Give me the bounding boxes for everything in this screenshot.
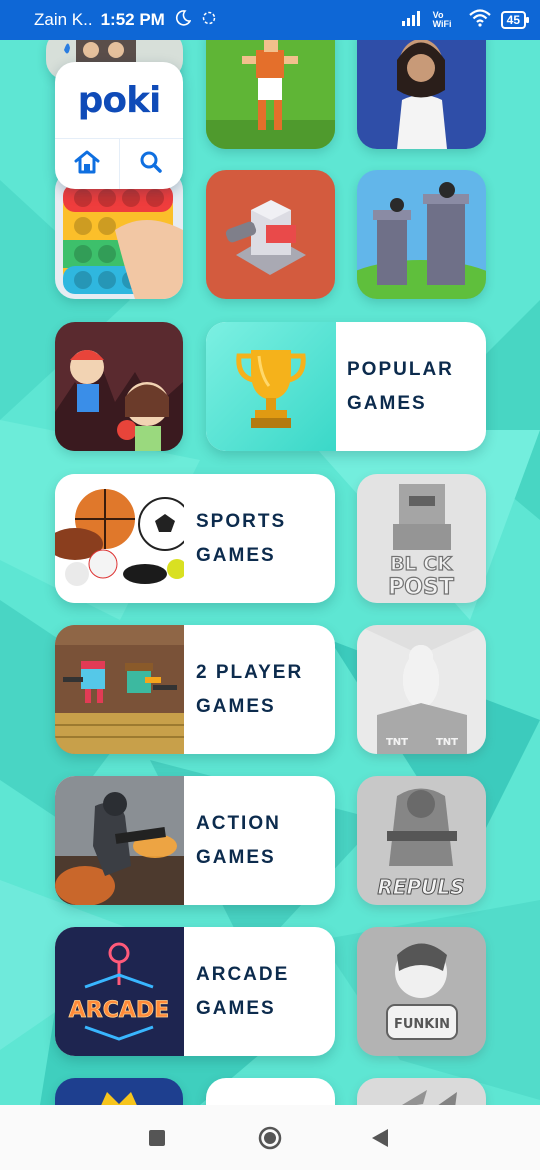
carrier-name: Zain K.. <box>34 10 93 29</box>
category-label-line2: GAMES <box>196 846 276 868</box>
clock: 1:52 PM <box>100 10 165 29</box>
network-type: Vo WiFi <box>432 10 452 29</box>
trophy-icon <box>206 322 336 451</box>
action-soldier-image <box>55 776 184 905</box>
category-label-line2: GAMES <box>347 392 427 414</box>
logo-text: poki <box>77 79 162 121</box>
game-thumbnail-tnt-bird[interactable]: TNT TNT <box>357 625 486 754</box>
category-label-line1: SPORTS <box>196 510 287 532</box>
category-label-line1: POPULAR <box>347 358 454 380</box>
poki-logo[interactable]: poki <box>55 62 183 138</box>
data-saver-icon <box>201 10 217 31</box>
system-navigation-bar <box>0 1105 540 1170</box>
two-player-pixel-image <box>55 625 184 754</box>
game-thumbnail-blockpost[interactable]: BL CK POST <box>357 474 486 603</box>
category-action-games[interactable]: ACTION GAMES <box>55 776 335 905</box>
game-thumbnail-boxing-kids[interactable] <box>55 322 183 451</box>
tnt-label-left: TNT <box>386 737 408 748</box>
category-label-line1: ARCADE <box>196 963 290 985</box>
blockpost-title-line1: BL CK <box>390 553 453 575</box>
search-icon <box>139 150 163 179</box>
recents-square-icon[interactable] <box>149 1130 165 1151</box>
tnt-label-right: TNT <box>436 737 458 748</box>
category-arcade-games[interactable]: ARCADE ARCADE GAMES <box>55 927 335 1056</box>
sports-balls-image <box>55 474 184 603</box>
category-label-line1: ACTION <box>196 812 281 834</box>
category-label-line2: GAMES <box>196 544 276 566</box>
category-label-line2: GAMES <box>196 997 276 1019</box>
fnf-title: FUNKIN <box>394 1017 450 1032</box>
home-icon <box>73 149 101 180</box>
home-circle-icon[interactable] <box>258 1126 282 1155</box>
game-thumbnail-pop-it[interactable] <box>55 170 183 299</box>
game-thumbnail-repuls[interactable]: REPULS <box>357 776 486 905</box>
category-popular-games[interactable]: POPULAR GAMES <box>206 322 486 451</box>
battery-indicator: 45 <box>500 11 530 29</box>
category-label-line2: GAMES <box>196 695 276 717</box>
repuls-title: REPULS <box>377 875 464 899</box>
category-2-player-games[interactable]: 2 PLAYER GAMES <box>55 625 335 754</box>
game-thumbnail-fnf[interactable]: FUNKIN <box>357 927 486 1056</box>
blockpost-title-line2: POST <box>388 575 454 600</box>
home-button[interactable] <box>55 139 119 189</box>
moon-icon <box>175 9 192 31</box>
wifi-icon <box>468 8 491 32</box>
arcade-neon-image: ARCADE <box>55 927 184 1056</box>
category-label-line1: 2 PLAYER <box>196 661 304 683</box>
poki-logo-card: poki <box>55 62 183 189</box>
category-sports-games[interactable]: SPORTS GAMES <box>55 474 335 603</box>
signal-icon <box>401 10 423 31</box>
game-thumbnail-castle-defense[interactable] <box>357 170 486 299</box>
status-bar: Zain K.. 1:52 PM Vo WiFi 45 <box>0 0 540 40</box>
search-button[interactable] <box>118 139 184 189</box>
arcade-neon-text: ARCADE <box>69 998 169 1023</box>
game-thumbnail-tower-cannon[interactable] <box>206 170 335 299</box>
back-triangle-icon[interactable] <box>372 1129 388 1152</box>
